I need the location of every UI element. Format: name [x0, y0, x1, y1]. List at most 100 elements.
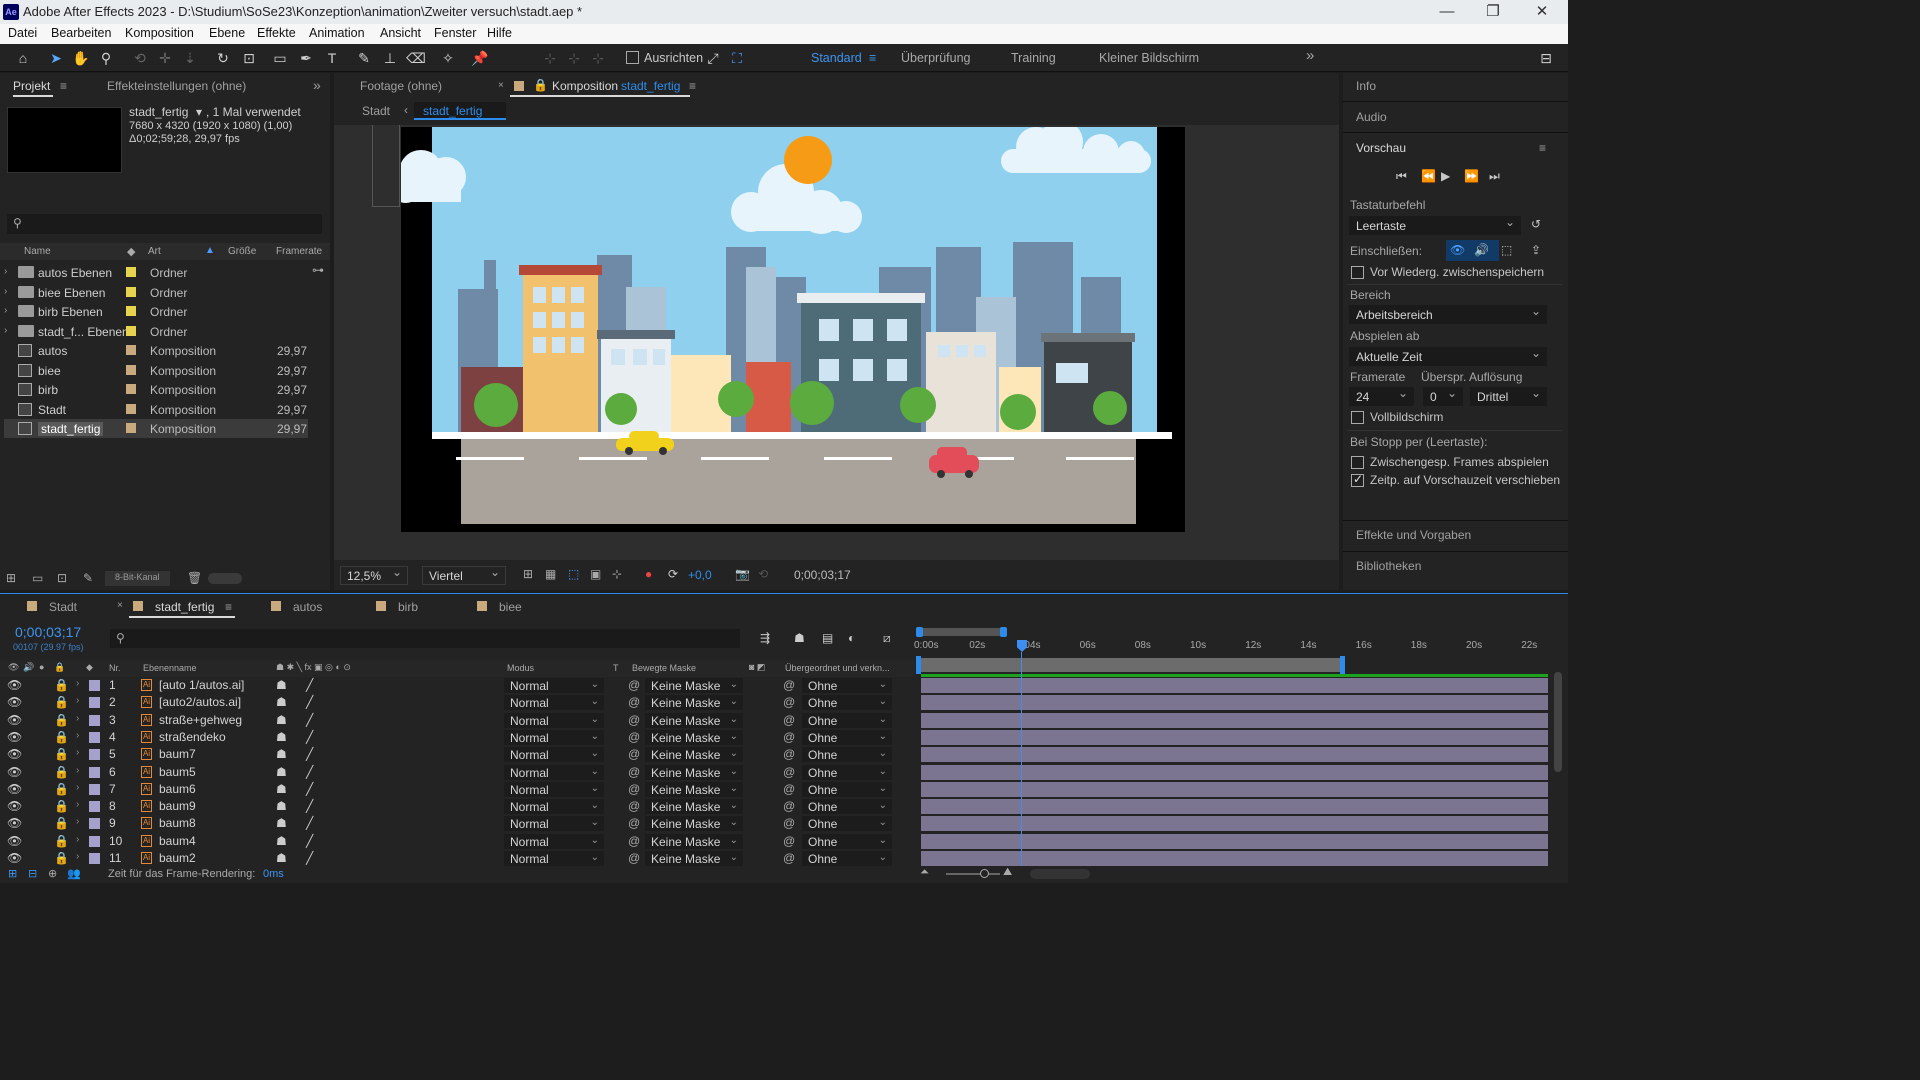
layer-duration-bar[interactable] — [921, 816, 1548, 832]
timeline-tab-biee[interactable]: biee — [499, 600, 522, 614]
snapshot-icon[interactable]: 📷 — [735, 567, 750, 581]
project-settings-icon[interactable]: ✎ — [83, 571, 93, 585]
minimize-button[interactable]: — — [1432, 2, 1462, 22]
tab-menu-icon[interactable]: ≡ — [60, 79, 67, 93]
timeline-zoom-knob[interactable] — [980, 869, 989, 878]
reset-exposure-icon[interactable]: ⟳ — [668, 567, 678, 581]
layer-duration-bar[interactable] — [921, 747, 1548, 763]
motion-blur-icon[interactable]: ◐ — [848, 631, 855, 645]
navigator-bar[interactable] — [916, 628, 1004, 636]
timeline-hscroll[interactable] — [1030, 869, 1090, 879]
tab-menu-icon[interactable]: ≡ — [689, 79, 696, 93]
home-icon[interactable]: ⌂ — [13, 48, 33, 68]
parent-dropdown[interactable]: Ohne ⌄ — [802, 851, 892, 866]
layer-name[interactable]: baum2 — [159, 851, 196, 865]
exposure-value[interactable]: +0,0 — [688, 568, 712, 582]
workspace-training[interactable]: Training — [1011, 51, 1056, 65]
timeline-vscroll[interactable] — [1552, 660, 1564, 860]
spiral-icon[interactable]: @ — [628, 799, 640, 813]
graph-editor-icon[interactable]: ⧄ — [883, 631, 891, 646]
snap-edges-icon[interactable]: ⛶ — [727, 48, 747, 68]
pickwhip-icon[interactable]: @ — [783, 765, 795, 779]
track-matte-dropdown[interactable]: Keine Maske ⌄ — [645, 833, 743, 849]
label-color-swatch[interactable] — [89, 714, 100, 726]
twirl-arrow-icon[interactable]: › — [76, 713, 79, 724]
twirl-arrow-icon[interactable]: › — [76, 834, 79, 845]
zoom-out-icon[interactable]: ⏶ — [920, 866, 929, 879]
quality-switch-icon[interactable]: ╱ — [306, 851, 313, 865]
parent-dropdown[interactable]: Ohne ⌄ — [802, 712, 892, 728]
lock-icon[interactable]: 🔒 — [54, 816, 69, 830]
menu-bearbeiten[interactable]: Bearbeiten — [51, 26, 111, 40]
project-item[interactable]: birb Komposition 29,97 — [4, 380, 326, 399]
play-from-dropdown[interactable]: Aktuelle Zeit — [1349, 346, 1547, 366]
spiral-icon[interactable]: @ — [628, 765, 640, 779]
axis-local-icon[interactable]: ⊹ — [540, 48, 560, 68]
pickwhip-icon[interactable]: @ — [783, 834, 795, 848]
quality-switch-icon[interactable]: ╱ — [306, 765, 313, 779]
menu-ebene[interactable]: Ebene — [209, 26, 245, 40]
panel-bibliotheken[interactable]: Bibliotheken — [1356, 559, 1421, 573]
layer-row[interactable]: 👁 🔒 › 7 Ai baum6 ☗ ╱ Normal ⌄ @ Keine Maske ⌄ @ Ohne ⌄ — [0, 781, 915, 798]
eye-icon[interactable]: 👁 — [7, 678, 22, 692]
label-color-swatch[interactable] — [126, 423, 136, 433]
layer-row[interactable]: 👁 🔒 › 5 Ai baum7 ☗ ╱ Normal ⌄ @ Keine Maske ⌄ @ Ohne ⌄ — [0, 746, 915, 763]
twirl-arrow-icon[interactable]: › — [76, 747, 79, 758]
pickwhip-icon[interactable]: @ — [783, 851, 795, 865]
eye-icon[interactable]: 👁 — [7, 834, 22, 848]
lock-icon[interactable]: 🔒 — [54, 851, 69, 865]
rectangle-tool-icon[interactable]: ▭ — [270, 48, 290, 68]
menu-effekte[interactable]: Effekte — [257, 26, 296, 40]
blend-mode-dropdown[interactable]: Normal ⌄ — [504, 851, 604, 866]
twirl-arrow-icon[interactable]: › — [76, 730, 79, 741]
parent-dropdown[interactable]: Ohne ⌄ — [802, 799, 892, 815]
axis-view-icon[interactable]: ⊹ — [588, 48, 608, 68]
trash-icon[interactable]: 🗑 — [187, 571, 202, 585]
shy-switch-icon[interactable]: ☗ — [276, 713, 287, 727]
tab-menu-icon[interactable]: ≡ — [225, 600, 232, 614]
expand-arrow-icon[interactable]: › — [4, 286, 7, 297]
layer-name[interactable]: baum4 — [159, 834, 196, 848]
layer-row[interactable]: 👁 🔒 › 2 Ai [auto2/autos.ai] ☗ ╱ Normal ⌄ @ Keine Ma… — [0, 694, 915, 711]
track-matte-dropdown[interactable]: Keine Maske ⌄ — [645, 678, 743, 693]
track-matte-dropdown[interactable]: Keine Maske ⌄ — [645, 851, 743, 866]
label-color-swatch[interactable] — [89, 731, 100, 743]
viewer-canvas[interactable] — [334, 125, 1339, 560]
lock-icon[interactable]: 🔒 — [54, 678, 69, 692]
blend-mode-dropdown[interactable]: Normal ⌄ — [504, 764, 604, 780]
range-dropdown[interactable]: Arbeitsbereich — [1349, 304, 1547, 324]
layer-row[interactable]: 👁 🔒 › 1 Ai [auto 1/autos.ai] ☗ ╱ Normal ⌄ @ Keine M… — [0, 677, 915, 694]
snap-options-icon[interactable]: ⤢ — [703, 48, 723, 68]
quality-switch-icon[interactable]: ╱ — [306, 730, 313, 744]
blend-mode-dropdown[interactable]: Normal ⌄ — [504, 781, 604, 797]
layer-row[interactable]: 👁 🔒 › 8 Ai baum9 ☗ ╱ Normal ⌄ @ Keine Maske ⌄ @ Ohne ⌄ — [0, 798, 915, 815]
project-item[interactable]: stadt_fertig Komposition 29,97 — [4, 419, 308, 438]
track-matte-dropdown[interactable]: Keine Maske ⌄ — [645, 764, 743, 780]
project-item[interactable]: biee Komposition 29,97 — [4, 361, 326, 380]
hand-tool-icon[interactable]: ✋ — [71, 48, 91, 68]
shy-switch-icon[interactable]: ☗ — [276, 799, 287, 813]
spiral-icon[interactable]: @ — [628, 834, 640, 848]
label-color-swatch[interactable] — [89, 783, 100, 795]
layer-duration-bar[interactable] — [921, 764, 1548, 780]
zoom-in-icon[interactable]: ⛰ — [1003, 866, 1012, 879]
shy-switch-icon[interactable]: ☗ — [276, 730, 287, 744]
fit-icon[interactable]: ⊞ — [523, 567, 533, 581]
tab-komposition-prefix[interactable]: Komposition — [552, 79, 618, 93]
layer-name[interactable]: straße+gehweg — [159, 713, 242, 727]
spiral-icon[interactable]: @ — [628, 782, 640, 796]
workspace-kleiner-bildschirm[interactable]: Kleiner Bildschirm — [1099, 51, 1199, 65]
video-switch-icon[interactable]: 👁 — [8, 662, 19, 673]
zoom-dropdown[interactable]: 12,5% — [340, 565, 408, 585]
close-tab-icon[interactable]: × — [498, 80, 504, 91]
shortcut-dropdown[interactable]: Leertaste — [1349, 215, 1521, 235]
lock-icon[interactable]: 🔒 — [54, 834, 69, 848]
fullscreen-checkbox[interactable] — [1351, 411, 1364, 424]
layer-duration-bar[interactable] — [921, 781, 1548, 797]
panel-menu-icon[interactable]: ≡ — [1539, 141, 1546, 155]
panel-toggle-icon[interactable]: ⊟ — [1534, 48, 1558, 68]
text-tool-icon[interactable]: T — [322, 48, 342, 68]
shy-switch-icon[interactable]: ☗ — [276, 782, 287, 796]
label-color-swatch[interactable] — [89, 766, 100, 778]
layer-name[interactable]: straßendeko — [159, 730, 226, 744]
